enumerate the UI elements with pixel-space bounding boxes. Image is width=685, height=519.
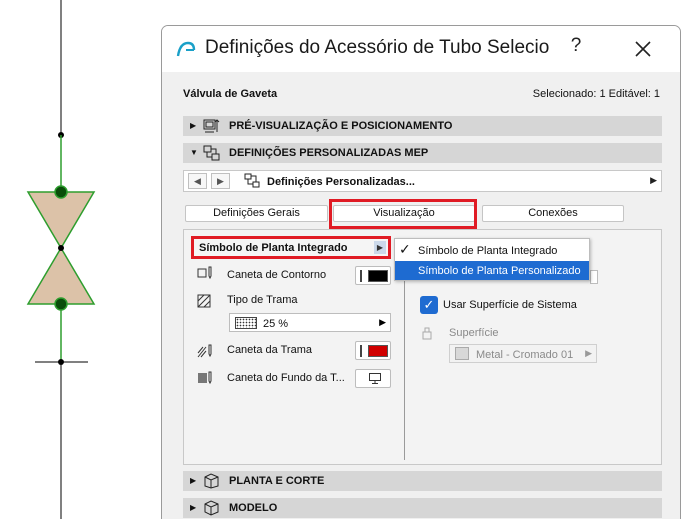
valve-triangle-bottom xyxy=(26,246,96,305)
section-label: PLANTA E CORTE xyxy=(229,475,325,487)
contour-pen-icon xyxy=(197,266,212,280)
hidden-dropdown-edge[interactable] xyxy=(590,270,598,284)
valve-center-node xyxy=(58,245,64,251)
menu-item-label: Símbolo de Planta Personalizado xyxy=(418,265,581,277)
expand-triangle-icon: ▶ xyxy=(190,503,197,512)
symbol-type-label: Símbolo de Planta Integrado xyxy=(199,242,348,254)
use-system-surface-checkbox[interactable]: ✓ xyxy=(420,296,438,314)
hatch-type-dropdown[interactable]: 25 % ▶ xyxy=(229,313,391,332)
plan-drawing xyxy=(26,0,96,519)
valve-triangle-top xyxy=(26,191,96,250)
close-icon[interactable] xyxy=(630,36,656,62)
menu-item-integrated-symbol[interactable]: ✓ Símbolo de Planta Integrado xyxy=(395,241,589,260)
section-label: MODELO xyxy=(229,502,278,514)
surface-label: Superfície xyxy=(449,327,499,339)
contour-pen-button[interactable] xyxy=(355,266,391,285)
highlight-box xyxy=(329,199,477,229)
custom-settings-icon xyxy=(244,173,260,188)
dropdown-arrow-icon: ▶ xyxy=(379,317,386,327)
hatch-pen-label: Caneta da Trama xyxy=(227,344,312,356)
background-pen-button[interactable] xyxy=(355,369,391,388)
menu-item-custom-symbol[interactable]: Símbolo de Planta Personalizado xyxy=(395,261,589,280)
workspace: Definições do Acessório de Tubo Selecio … xyxy=(0,0,685,519)
surface-dropdown[interactable]: Metal - Cromado 01 ▶ xyxy=(449,344,597,363)
plan-section-icon xyxy=(204,473,219,489)
archicad-icon xyxy=(176,41,196,57)
background-pen-label: Caneta do Fundo da T... xyxy=(227,372,345,384)
section-mep-custom[interactable]: ▼ DEFINIÇÕES PERSONALIZADAS MEP xyxy=(183,143,662,163)
background-pen-icon xyxy=(198,371,212,385)
menu-item-label: Símbolo de Planta Integrado xyxy=(418,245,558,257)
section-plan-section[interactable]: ▶ PLANTA E CORTE xyxy=(183,471,662,491)
contour-pen-label: Caneta de Contorno xyxy=(227,269,327,281)
checkmark-icon: ✓ xyxy=(399,241,411,257)
settings-dialog: Definições do Acessório de Tubo Selecio … xyxy=(161,25,681,519)
section-model[interactable]: ▶ MODELO xyxy=(183,498,662,518)
valve-port-top xyxy=(54,185,68,199)
surface-swatch xyxy=(455,347,469,360)
page-navigator: ◀ ▶ Definições Personalizadas... ▶ xyxy=(183,170,662,192)
current-page-label[interactable]: Definições Personalizadas... xyxy=(267,176,415,188)
element-name: Válvula de Gaveta xyxy=(183,88,278,100)
contour-pen-swatch xyxy=(368,270,388,282)
section-preview[interactable]: ▶ PRÉ-VISUALIZAÇÃO E POSICIONAMENTO xyxy=(183,116,662,136)
surface-icon xyxy=(422,327,432,340)
symbol-type-dropdown[interactable]: Símbolo de Planta Integrado ▶ xyxy=(191,236,391,259)
back-button[interactable]: ◀ xyxy=(188,173,207,189)
hatch-pen-swatch xyxy=(368,345,388,357)
preview-icon xyxy=(203,119,220,133)
tab-general[interactable]: Definições Gerais xyxy=(185,205,328,222)
hatch-type-icon xyxy=(197,294,211,308)
model-cube-icon xyxy=(204,500,219,516)
pen-tick xyxy=(360,270,362,282)
section-label: DEFINIÇÕES PERSONALIZADAS MEP xyxy=(229,147,429,159)
use-system-surface-label: Usar Superfície de Sistema xyxy=(443,299,577,311)
expand-triangle-icon: ▶ xyxy=(190,121,197,130)
dropdown-arrow-icon: ▶ xyxy=(585,348,592,358)
page-menu-arrow-icon[interactable]: ▶ xyxy=(650,175,657,186)
expand-triangle-icon: ▶ xyxy=(190,476,197,485)
monitor-icon xyxy=(369,373,381,384)
symbol-type-menu: ✓ Símbolo de Planta Integrado Símbolo de… xyxy=(394,238,590,281)
help-button[interactable]: ? xyxy=(566,35,586,61)
hatch-value: 25 % xyxy=(263,318,289,330)
title-bar: Definições do Acessório de Tubo Selecio … xyxy=(162,26,680,72)
hatch-type-label: Tipo de Trama xyxy=(227,294,298,306)
hatch-pen-button[interactable] xyxy=(355,341,391,360)
surface-value: Metal - Cromado 01 xyxy=(476,349,574,361)
hatch-pattern-swatch xyxy=(235,317,257,329)
collapse-triangle-icon: ▼ xyxy=(190,148,198,157)
hatch-pen-icon xyxy=(197,344,212,358)
section-label: PRÉ-VISUALIZAÇÃO E POSICIONAMENTO xyxy=(229,120,453,132)
pen-tick xyxy=(360,345,362,357)
forward-button[interactable]: ▶ xyxy=(211,173,230,189)
mep-settings-icon xyxy=(203,145,220,161)
tab-connections[interactable]: Conexões xyxy=(482,205,624,222)
dropdown-arrow-icon: ▶ xyxy=(374,241,386,254)
dialog-title: Definições do Acessório de Tubo Selecio xyxy=(205,37,550,58)
valve-port-bottom xyxy=(54,297,68,311)
selection-info: Selecionado: 1 Editável: 1 xyxy=(532,88,660,100)
